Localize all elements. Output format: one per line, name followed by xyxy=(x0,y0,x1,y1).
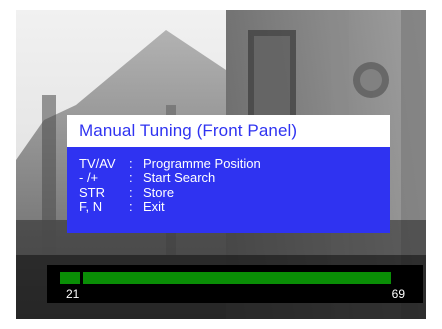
menu-item-exit: F, N : Exit xyxy=(79,199,390,215)
menu-separator: : xyxy=(129,170,133,186)
tv-screen: Manual Tuning (Front Panel) TV/AV : Prog… xyxy=(16,10,426,319)
menu-item-start-search: - /+ : Start Search xyxy=(79,170,390,186)
menu-key-tvav: TV/AV xyxy=(79,156,116,171)
menu-key-fn: F, N xyxy=(79,199,103,215)
menu-separator: : xyxy=(129,156,133,171)
menu-item-store: STR : Store xyxy=(79,184,390,200)
menu-item-programme-position: TV/AV : Programme Position xyxy=(79,156,390,171)
tuning-min-label: 21 xyxy=(66,287,80,301)
menu-title: Manual Tuning (Front Panel) xyxy=(79,121,298,140)
tuning-max-label: 69 xyxy=(391,287,405,301)
menu-separator: : xyxy=(129,184,133,200)
menu-action-programme-position: Programme Position xyxy=(143,156,261,171)
menu-action-start-search: Start Search xyxy=(143,170,216,186)
manual-tuning-header: Manual Tuning (Front Panel) xyxy=(67,115,390,147)
menu-action-exit: Exit xyxy=(143,199,165,215)
tuning-strip: 21 69 xyxy=(47,265,423,303)
menu-action-store: Store xyxy=(143,184,175,200)
manual-tuning-menu: TV/AV : Programme Position - /+ : Start … xyxy=(67,147,390,233)
menu-separator: : xyxy=(129,199,133,215)
menu-key-str: STR xyxy=(79,184,105,200)
tuning-position-marker xyxy=(80,269,83,287)
menu-key-minus-plus: - /+ xyxy=(79,170,99,186)
tuning-track xyxy=(60,272,391,284)
